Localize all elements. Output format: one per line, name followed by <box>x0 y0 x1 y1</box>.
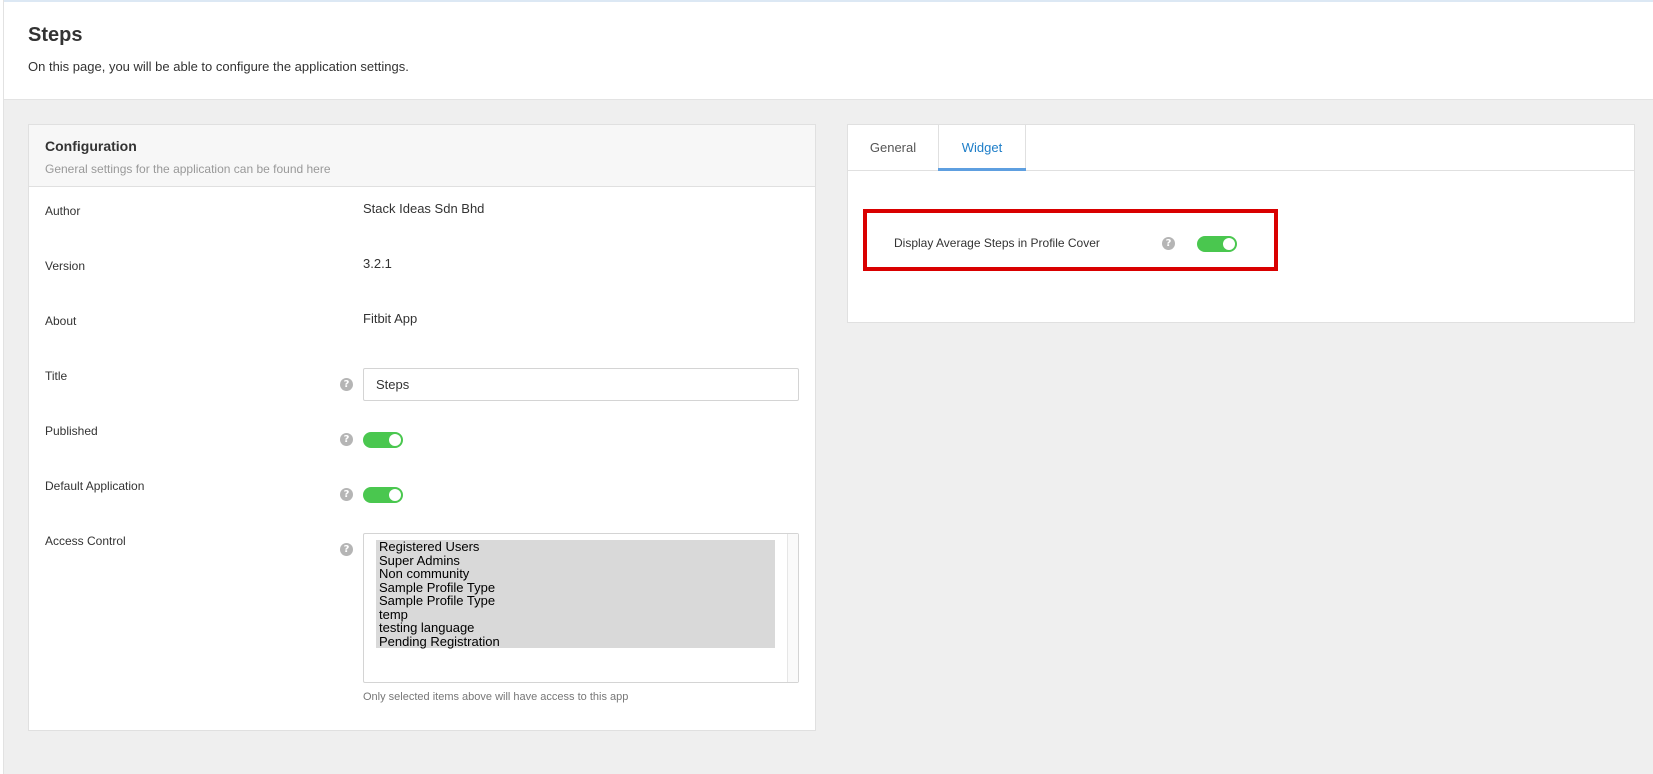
title-label: Title <box>45 369 68 383</box>
version-value: 3.2.1 <box>363 256 392 271</box>
question-circle-icon[interactable]: ? <box>340 378 353 391</box>
access-control-option[interactable]: Sample Profile Type <box>376 594 775 608</box>
configuration-panel-header: Configuration General settings for the a… <box>29 125 815 187</box>
configuration-subtitle: General settings for the application can… <box>45 162 331 176</box>
question-circle-icon[interactable]: ? <box>340 543 353 556</box>
question-circle-icon[interactable]: ? <box>1162 237 1175 250</box>
access-control-option[interactable]: Super Admins <box>376 553 775 568</box>
author-label: Author <box>45 204 81 218</box>
page-description: On this page, you will be able to config… <box>28 59 409 74</box>
author-value: Stack Ideas Sdn Bhd <box>363 201 485 216</box>
tab-bar: General Widget <box>848 125 1634 171</box>
tab-widget[interactable]: Widget <box>938 125 1026 170</box>
display-average-steps-label: Display Average Steps in Profile Cover <box>894 236 1100 250</box>
access-control-label: Access Control <box>45 534 126 548</box>
access-control-option[interactable]: Sample Profile Type <box>376 580 775 595</box>
tab-general[interactable]: General <box>848 125 938 170</box>
version-label: Version <box>45 259 86 273</box>
published-toggle[interactable] <box>363 432 403 448</box>
access-control-scrollbar[interactable] <box>787 534 798 682</box>
default-application-label: Default Application <box>45 479 145 493</box>
question-circle-icon[interactable]: ? <box>340 433 353 446</box>
access-control-option[interactable]: Registered Users <box>376 540 775 554</box>
left-sidebar-edge <box>0 0 4 774</box>
access-control-option[interactable]: Pending Registration <box>376 634 775 649</box>
configuration-title: Configuration <box>45 138 137 154</box>
default-application-toggle[interactable] <box>363 487 403 503</box>
widget-settings-panel: General Widget Display Average Steps in … <box>847 124 1635 323</box>
access-control-help-text: Only selected items above will have acce… <box>363 691 629 703</box>
toggle-knob <box>1223 238 1235 250</box>
configuration-panel: Configuration General settings for the a… <box>28 124 816 731</box>
access-control-options: Registered Users Super Admins Non commun… <box>376 540 775 648</box>
access-control-option[interactable]: temp <box>376 607 775 622</box>
title-input[interactable] <box>363 368 799 401</box>
page-title: Steps <box>28 24 83 46</box>
page-header: Steps On this page, you will be able to … <box>4 2 1653 100</box>
about-value: Fitbit App <box>363 311 418 326</box>
about-label: About <box>45 314 77 328</box>
access-control-multiselect[interactable]: Registered Users Super Admins Non commun… <box>363 533 799 683</box>
toggle-knob <box>389 434 401 446</box>
active-tab-indicator <box>938 168 1026 171</box>
access-control-option[interactable]: testing language <box>376 621 775 635</box>
question-circle-icon[interactable]: ? <box>340 488 353 501</box>
published-label: Published <box>45 424 98 438</box>
display-average-steps-toggle[interactable] <box>1197 236 1237 252</box>
toggle-knob <box>389 489 401 501</box>
access-control-option[interactable]: Non community <box>376 567 775 581</box>
